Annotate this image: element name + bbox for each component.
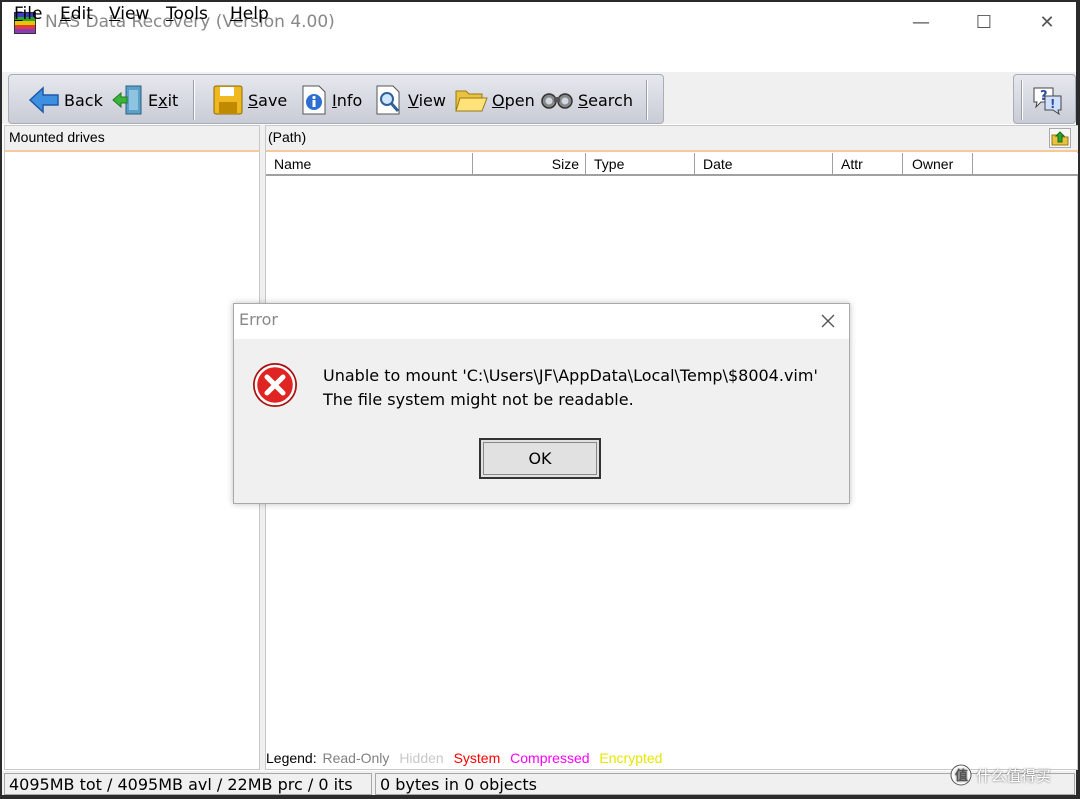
svg-text:!: ! <box>1050 97 1055 111</box>
svg-text:值: 值 <box>955 768 968 784</box>
toolbar-separator <box>1021 80 1023 120</box>
watermark: 值 什么值得买 <box>950 764 1051 786</box>
error-x-icon <box>253 363 297 407</box>
column-owner[interactable]: Owner <box>903 153 973 176</box>
path-bar: (Path) <box>266 126 1078 152</box>
legend-encrypted: Encrypted <box>599 750 663 766</box>
ok-button[interactable]: OK <box>479 438 601 479</box>
menu-bar <box>2 44 1076 72</box>
exit-button[interactable]: Exit <box>112 82 178 118</box>
error-message-line2: The file system might not be readable. <box>323 390 634 409</box>
toolbar-separator <box>193 80 195 120</box>
help-button[interactable]: ? ! <box>1031 82 1063 118</box>
info-icon <box>302 85 326 115</box>
column-attr[interactable]: Attr <box>833 153 903 176</box>
menu-edit[interactable]: Edit <box>60 4 93 24</box>
mounted-drives-pane[interactable] <box>4 125 260 770</box>
close-button[interactable]: ✕ <box>1016 2 1078 42</box>
column-name[interactable]: Name <box>266 153 473 176</box>
folder-up-icon[interactable] <box>1049 128 1071 148</box>
mounted-drives-header: Mounted drives <box>5 126 259 152</box>
exit-door-icon <box>112 85 142 115</box>
info-button[interactable]: Info <box>300 82 362 118</box>
dialog-title: Error <box>239 310 278 329</box>
watermark-logo-icon: 值 <box>950 764 972 786</box>
close-icon <box>821 314 835 328</box>
minimize-button[interactable]: — <box>890 2 952 42</box>
column-type[interactable]: Type <box>586 153 695 176</box>
toolbar-separator <box>646 80 648 120</box>
minimize-icon: — <box>912 11 930 33</box>
folder-open-icon <box>455 90 488 112</box>
legend-hidden: Hidden <box>399 750 444 766</box>
legend-system: System <box>453 750 501 766</box>
error-message-line1: Unable to mount 'C:\Users\JF\AppData\Loc… <box>323 366 818 385</box>
column-size[interactable]: Size <box>473 153 586 176</box>
open-button[interactable]: Open <box>454 82 535 118</box>
menu-help[interactable]: Help <box>230 4 269 24</box>
status-space: 4095MB tot / 4095MB avl / 22MB prc / 0 i… <box>4 773 372 795</box>
back-button[interactable]: Back <box>28 82 103 118</box>
search-button[interactable]: Search <box>540 82 633 118</box>
legend-read-only: Read-Only <box>322 750 390 766</box>
view-button[interactable]: View <box>374 82 446 118</box>
save-button[interactable]: Save <box>212 82 287 118</box>
column-date[interactable]: Date <box>695 153 833 176</box>
error-message: Unable to mount 'C:\Users\JF\AppData\Loc… <box>323 364 818 412</box>
menu-view[interactable]: View <box>109 4 149 24</box>
menu-file[interactable]: File <box>14 4 42 24</box>
close-icon: ✕ <box>1039 11 1055 33</box>
dialog-close-button[interactable] <box>812 306 844 336</box>
legend-label: Legend: <box>266 750 317 766</box>
magnifier-page-icon <box>376 85 400 115</box>
maximize-button[interactable]: ☐ <box>953 2 1015 42</box>
menu-tools[interactable]: Tools <box>166 4 208 24</box>
maximize-icon: ☐ <box>975 11 993 33</box>
binoculars-icon <box>541 93 573 109</box>
legend-compressed: Compressed <box>510 750 590 766</box>
help-question-icon: ? ! <box>1033 87 1062 116</box>
legend: Legend: Read-Only Hidden System Compress… <box>266 750 668 770</box>
back-arrow-icon <box>28 86 59 114</box>
floppy-disk-icon <box>213 85 243 115</box>
